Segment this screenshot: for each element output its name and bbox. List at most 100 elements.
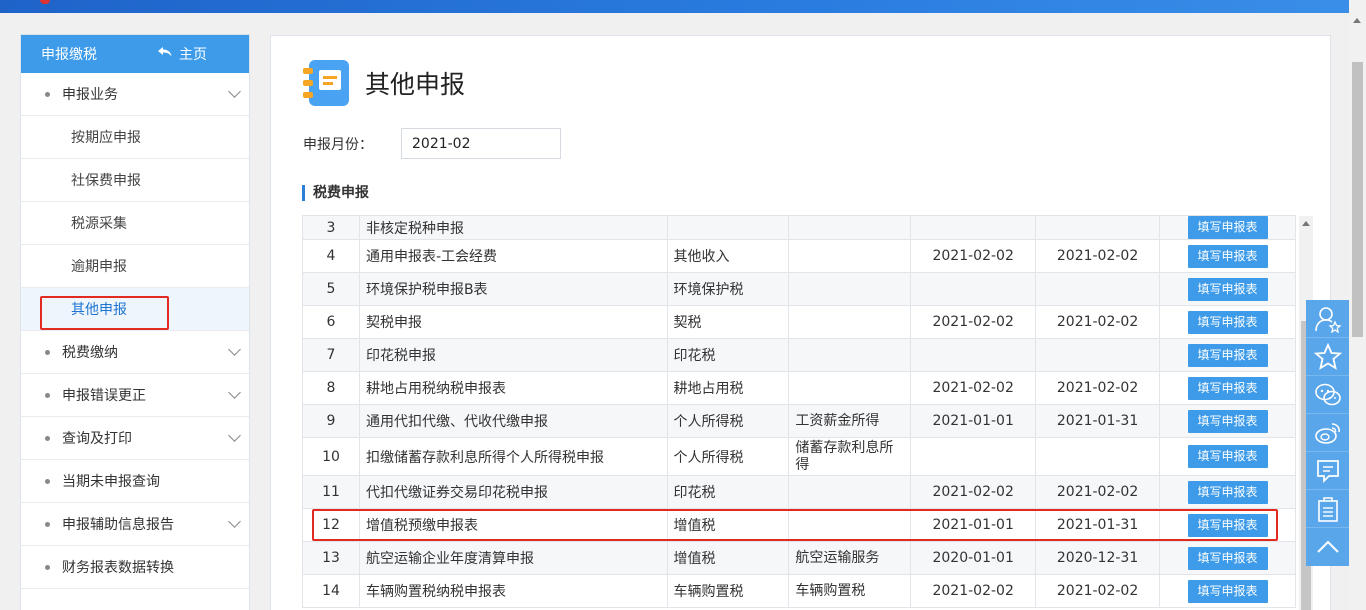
cell-item [788,338,912,372]
cell-item [788,508,912,542]
cell-item: 航空运输服务 [788,541,912,575]
chevron-down-icon [228,515,241,528]
cell-action: 填写申报表 [1159,371,1296,405]
cell-end: 2021-02-02 [1035,475,1161,509]
fill-form-button[interactable]: 填写申报表 [1187,216,1268,239]
cell-no: 4 [302,239,360,273]
page-scroll-thumb[interactable] [1352,62,1363,337]
declaration-book-icon [303,58,349,108]
fill-form-button[interactable]: 填写申报表 [1187,244,1268,268]
cell-end [1035,215,1161,240]
cell-action: 填写申报表 [1159,305,1296,339]
month-input[interactable]: 2021-02 [401,128,561,159]
fill-form-button[interactable]: 填写申报表 [1187,310,1268,334]
cell-start: 2021-02-02 [910,239,1037,273]
wechat-icon[interactable] [1306,376,1349,414]
user-star-icon[interactable] [1306,300,1349,338]
fill-form-button[interactable]: 填写申报表 [1187,343,1268,367]
back-to-top-icon[interactable] [1306,528,1349,566]
bullet-dot-icon [45,392,50,398]
page-scroll-up-icon[interactable] [1353,18,1361,23]
sidebar-item-0[interactable]: 申报业务 [21,73,249,116]
fill-form-button[interactable]: 填写申报表 [1187,480,1268,504]
cell-end: 2021-02-02 [1035,305,1161,339]
cell-no: 10 [302,437,360,476]
logo-mark [40,0,50,4]
sidebar-item-9[interactable]: 当期未申报查询 [21,460,249,503]
cell-action: 填写申报表 [1159,272,1296,306]
chevron-down-icon [228,386,241,399]
fill-form-button[interactable]: 填写申报表 [1187,546,1268,570]
fill-form-button[interactable]: 填写申报表 [1187,445,1268,468]
sidebar-item-7[interactable]: 申报错误更正 [21,374,249,417]
sidebar-item-8[interactable]: 查询及打印 [21,417,249,460]
cell-item: 工资薪金所得 [788,404,912,438]
cell-no: 9 [302,404,360,438]
cell-tax: 增值税 [666,541,790,575]
sidebar-item-1[interactable]: 按期应申报 [21,116,249,159]
cell-tax: 契税 [666,305,790,339]
sidebar-item-label: 税费缴纳 [62,345,118,361]
cell-no: 11 [302,475,360,509]
sidebar-item-4[interactable]: 逾期申报 [21,245,249,288]
clipboard-icon[interactable] [1306,490,1349,528]
declaration-table: 3 非核定税种申报 填写申报表 4 通用申报表-工会经费 其他收入 2021-02-02 20… [302,215,1296,608]
cell-action: 填写申报表 [1159,239,1296,273]
table-row: 8 耕地占用税纳税申报表 耕地占用税 2021-02-02 2021-02-02 填写申报… [302,371,1296,405]
cell-action: 填写申报表 [1159,508,1296,542]
cell-tax: 印花税 [666,338,790,372]
sidebar: 申报缴税 主页 申报业务 按期应申报 社保费申报 税源采集 逾期申报 其他申报 税费缴纳 申报… [20,34,250,610]
message-icon[interactable] [1306,452,1349,490]
cell-end: 2021-02-02 [1035,371,1161,405]
home-link[interactable]: 主页 [157,44,207,64]
cell-item [788,305,912,339]
sidebar-item-label: 当期未申报查询 [62,474,160,490]
sidebar-item-6[interactable]: 税费缴纳 [21,331,249,374]
cell-tax [666,215,790,240]
cell-end [1035,437,1161,476]
sidebar-item-10[interactable]: 申报辅助信息报告 [21,503,249,546]
cell-action: 填写申报表 [1159,437,1296,476]
cell-start: 2021-01-01 [910,404,1037,438]
fill-form-button[interactable]: 填写申报表 [1187,376,1268,400]
cell-name: 通用代扣代缴、代收代缴申报 [358,404,668,438]
top-banner [0,0,1366,13]
sidebar-item-label: 申报错误更正 [62,388,146,404]
sidebar-item-5[interactable]: 其他申报 [21,288,249,331]
star-icon[interactable] [1306,338,1349,376]
cell-no: 8 [302,371,360,405]
sidebar-item-label: 逾期申报 [71,259,127,275]
chevron-down-icon [228,343,241,356]
fill-form-button[interactable]: 填写申报表 [1187,277,1268,301]
cell-no: 7 [302,338,360,372]
cell-item: 储蓄存款利息所得 [788,437,912,476]
weibo-icon[interactable] [1306,414,1349,452]
page-title: 其他申报 [365,70,466,99]
cell-name: 耕地占用税纳税申报表 [358,371,668,405]
chevron-down-icon [228,429,241,442]
cell-start: 2021-02-02 [910,371,1037,405]
cell-start: 2021-02-02 [910,574,1037,608]
main-panel: 其他申报 申报月份： 2021-02 税费申报 3 非核定税种申报 填写申报表 4 通用… [270,35,1331,610]
fill-form-button[interactable]: 填写申报表 [1187,579,1268,603]
month-filter: 申报月份： 2021-02 [303,128,561,159]
sidebar-item-label: 按期应申报 [71,130,141,146]
cell-name: 扣缴储蓄存款利息所得个人所得税申报 [358,437,668,476]
page-header: 其他申报 [303,58,465,108]
sidebar-item-2[interactable]: 社保费申报 [21,159,249,202]
table-row: 7 印花税申报 印花税 填写申报表 [302,338,1296,372]
fill-form-button[interactable]: 填写申报表 [1187,409,1268,433]
sidebar-item-11[interactable]: 财务报表数据转换 [21,546,249,589]
cell-end: 2021-01-31 [1035,508,1161,542]
floating-toolbar [1306,300,1349,566]
cell-start [910,215,1037,240]
back-arrow-icon [157,46,173,62]
cell-start: 2020-01-01 [910,541,1037,575]
scroll-up-arrow-icon[interactable] [1302,221,1310,226]
cell-item [788,475,912,509]
sidebar-item-label: 申报业务 [62,87,118,103]
sidebar-item-3[interactable]: 税源采集 [21,202,249,245]
page-scrollbar[interactable] [1349,0,1366,610]
cell-start [910,272,1037,306]
fill-form-button[interactable]: 填写申报表 [1187,513,1268,537]
